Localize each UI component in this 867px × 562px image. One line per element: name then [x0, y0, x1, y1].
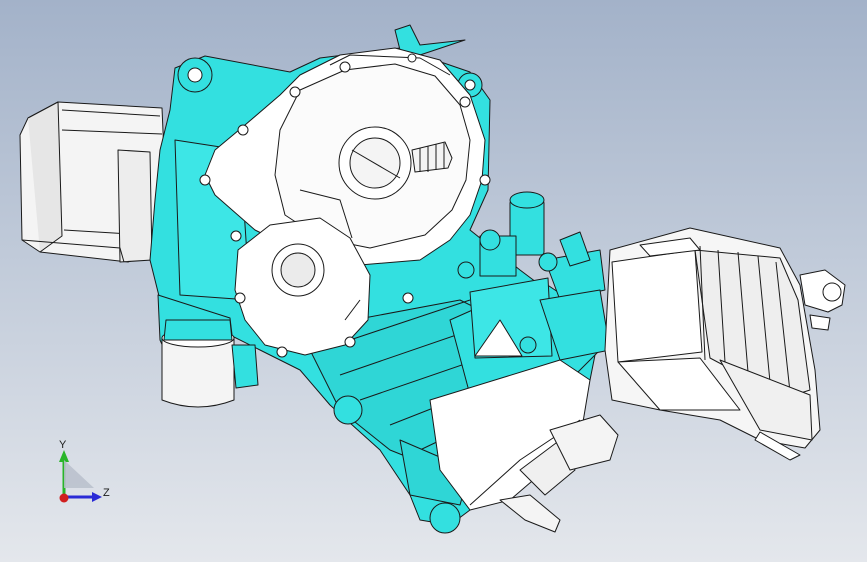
z-axis-arrow-icon: [92, 492, 102, 502]
graphics-viewport[interactable]: Y Z: [0, 0, 867, 562]
z-axis-label: Z: [103, 487, 110, 499]
orientation-triad: Y Z: [48, 438, 118, 510]
x-axis-dot-icon: [59, 493, 69, 503]
intake-box-left[interactable]: [19, 101, 169, 263]
view-plane-triangle: [64, 460, 94, 488]
engine-assembly-model[interactable]: [0, 0, 867, 562]
y-axis-label: Y: [59, 439, 67, 451]
airbox-right[interactable]: [604, 227, 846, 461]
